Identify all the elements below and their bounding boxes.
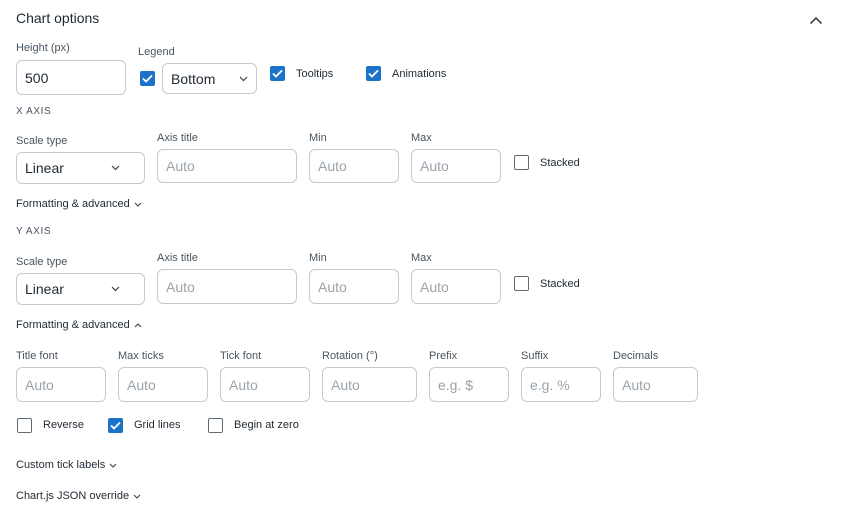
rotation-input[interactable]: Auto	[322, 367, 417, 402]
decimals-input[interactable]: Auto	[613, 367, 698, 402]
x-axis-heading: X AXIS	[16, 106, 52, 117]
grid-lines-checkbox[interactable]	[108, 418, 123, 433]
custom-tick-labels-label: Custom tick labels	[16, 459, 106, 471]
custom-tick-labels-toggle[interactable]: Custom tick labels	[16, 459, 117, 471]
x-axis-title-input[interactable]: Auto	[157, 149, 297, 183]
suffix-input[interactable]: e.g. %	[521, 367, 601, 402]
x-axis-title-label: Axis title	[157, 132, 198, 144]
animations-label: Animations	[392, 68, 447, 80]
max-ticks-input[interactable]: Auto	[118, 367, 208, 402]
x-max-label: Max	[411, 132, 432, 144]
prefix-input[interactable]: e.g. $	[429, 367, 509, 402]
tooltips-label: Tooltips	[296, 68, 334, 80]
reverse-checkbox[interactable]	[17, 418, 32, 433]
x-stacked-label: Stacked	[540, 157, 580, 169]
y-min-label: Min	[309, 252, 327, 264]
chevron-down-icon	[109, 463, 117, 468]
json-override-toggle[interactable]: Chart.js JSON override	[16, 490, 141, 502]
y-scale-type-value: Linear	[25, 281, 64, 297]
y-max-input[interactable]: Auto	[411, 269, 501, 304]
y-formatting-advanced-toggle[interactable]: Formatting & advanced	[16, 319, 142, 331]
decimals-label: Decimals	[613, 350, 659, 362]
json-override-label: Chart.js JSON override	[16, 490, 130, 502]
x-min-label: Min	[309, 132, 327, 144]
reverse-label: Reverse	[43, 419, 84, 431]
title-font-input[interactable]: Auto	[16, 367, 106, 402]
grid-lines-label: Grid lines	[134, 419, 181, 431]
x-scale-type-label: Scale type	[16, 135, 68, 147]
y-min-input[interactable]: Auto	[309, 269, 399, 304]
panel-title: Chart options	[16, 10, 100, 26]
x-stacked-checkbox[interactable]	[514, 155, 529, 170]
chevron-down-icon	[111, 165, 120, 171]
y-formatting-advanced-label: Formatting & advanced	[16, 319, 130, 331]
collapse-button[interactable]	[806, 10, 826, 30]
y-stacked-checkbox[interactable]	[514, 276, 529, 291]
x-max-input[interactable]: Auto	[411, 149, 501, 183]
suffix-label: Suffix	[521, 350, 549, 362]
height-label: Height (px)	[16, 42, 70, 54]
checkmark-icon	[142, 74, 153, 83]
y-scale-type-select[interactable]: Linear	[16, 273, 145, 305]
y-axis-title-input[interactable]: Auto	[157, 269, 297, 304]
tick-font-label: Tick font	[220, 350, 262, 362]
y-max-label: Max	[411, 252, 432, 264]
x-formatting-advanced-toggle[interactable]: Formatting & advanced	[16, 198, 142, 210]
tick-font-input[interactable]: Auto	[220, 367, 310, 402]
prefix-label: Prefix	[429, 350, 458, 362]
chevron-up-icon	[134, 322, 142, 327]
legend-checkbox[interactable]	[140, 71, 155, 86]
x-min-input[interactable]: Auto	[309, 149, 399, 183]
y-axis-title-label: Axis title	[157, 252, 198, 264]
y-scale-type-label: Scale type	[16, 256, 68, 268]
begin-at-zero-checkbox[interactable]	[208, 418, 223, 433]
chevron-down-icon	[239, 76, 248, 81]
x-scale-type-value: Linear	[25, 160, 64, 176]
legend-label: Legend	[138, 46, 175, 58]
max-ticks-label: Max ticks	[118, 350, 164, 362]
x-formatting-advanced-label: Formatting & advanced	[16, 198, 130, 210]
y-axis-heading: Y AXIS	[16, 226, 52, 237]
checkmark-icon	[110, 421, 121, 430]
checkmark-icon	[272, 69, 283, 78]
legend-position-value: Bottom	[171, 70, 216, 87]
legend-position-select[interactable]: Bottom	[162, 63, 257, 94]
chevron-up-icon	[809, 16, 823, 24]
chevron-down-icon	[133, 494, 141, 499]
title-font-label: Title font	[16, 350, 58, 362]
animations-checkbox[interactable]	[366, 66, 381, 81]
chevron-down-icon	[134, 202, 142, 207]
chevron-down-icon	[111, 286, 120, 292]
y-stacked-label: Stacked	[540, 278, 580, 290]
height-input[interactable]: 500	[16, 60, 126, 95]
rotation-label: Rotation (°)	[322, 350, 378, 362]
checkmark-icon	[368, 69, 379, 78]
tooltips-checkbox[interactable]	[270, 66, 285, 81]
x-scale-type-select[interactable]: Linear	[16, 152, 145, 184]
begin-at-zero-label: Begin at zero	[234, 419, 299, 431]
